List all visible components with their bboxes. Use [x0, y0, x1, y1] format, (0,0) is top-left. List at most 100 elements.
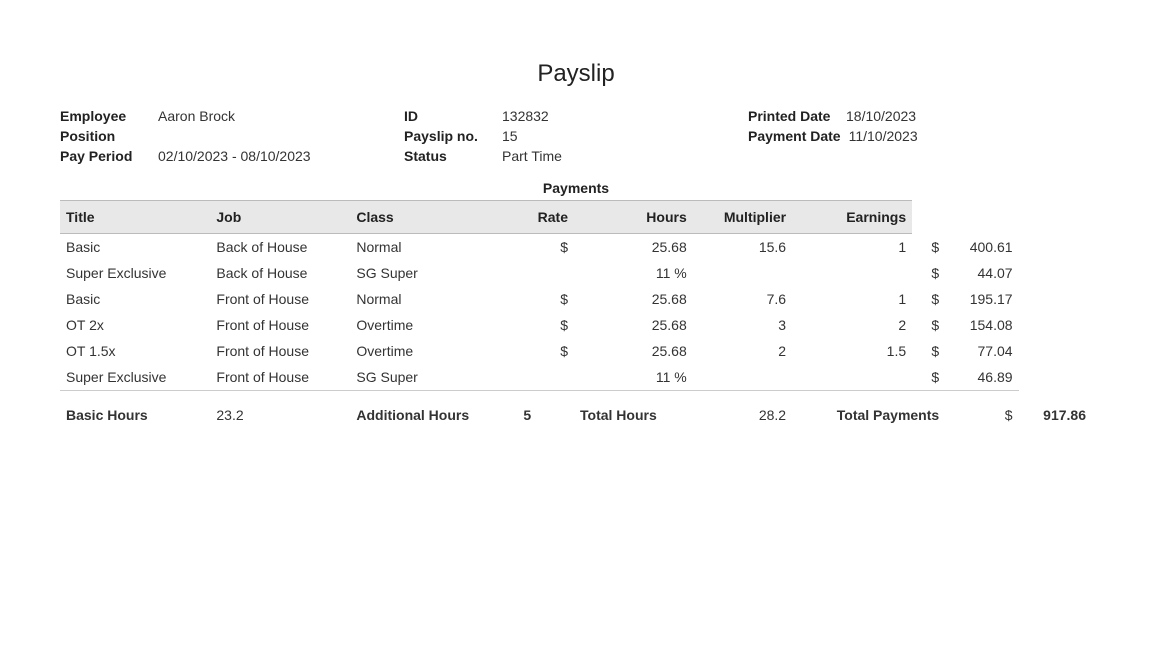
- cell-earnings: 154.08: [945, 312, 1018, 338]
- payslip-no-value: 15: [502, 128, 518, 144]
- cell-earnings-symbol: $: [912, 338, 945, 364]
- totals-row: Basic Hours 23.2 Additional Hours 5 Tota…: [60, 402, 1092, 428]
- cell-class: Normal: [350, 234, 517, 261]
- table-row: Basic Front of House Normal $ 25.68 7.6 …: [60, 286, 1092, 312]
- cell-multiplier: 2: [792, 312, 912, 338]
- status-value: Part Time: [502, 148, 562, 164]
- cell-job: Front of House: [210, 338, 350, 364]
- cell-earnings-symbol: $: [912, 234, 945, 261]
- cell-earnings: 46.89: [945, 364, 1018, 391]
- position-label: Position: [60, 128, 150, 144]
- pay-period-row: Pay Period 02/10/2023 - 08/10/2023: [60, 148, 404, 164]
- header-left: Employee Aaron Brock Position Pay Period…: [60, 108, 404, 164]
- header-section: Employee Aaron Brock Position Pay Period…: [60, 108, 1092, 164]
- table-row: OT 2x Front of House Overtime $ 25.68 3 …: [60, 312, 1092, 338]
- table-row: Basic Back of House Normal $ 25.68 15.6 …: [60, 234, 1092, 261]
- cell-job: Front of House: [210, 286, 350, 312]
- cell-multiplier: 1: [792, 286, 912, 312]
- cell-multiplier: [792, 364, 912, 391]
- table-header-row: Title Job Class Rate Hours Multiplier Ea…: [60, 201, 1092, 234]
- cell-class: Overtime: [350, 312, 517, 338]
- payslip-no-label: Payslip no.: [404, 128, 494, 144]
- cell-rate: 11 %: [574, 364, 693, 391]
- cell-rate-symbol: $: [517, 234, 574, 261]
- cell-rate-symbol: $: [517, 338, 574, 364]
- cell-earnings-symbol: $: [912, 260, 945, 286]
- cell-rate: 25.68: [574, 338, 693, 364]
- id-value: 132832: [502, 108, 549, 124]
- pay-period-label: Pay Period: [60, 148, 150, 164]
- cell-job: Back of House: [210, 234, 350, 261]
- cell-rate-symbol: $: [517, 286, 574, 312]
- cell-rate: 25.68: [574, 312, 693, 338]
- employee-value: Aaron Brock: [158, 108, 235, 124]
- id-label: ID: [404, 108, 494, 124]
- cell-earnings: 400.61: [945, 234, 1018, 261]
- payslip-container: Payslip Employee Aaron Brock Position Pa…: [60, 60, 1092, 428]
- employee-label: Employee: [60, 108, 150, 124]
- table-row: Super Exclusive Back of House SG Super 1…: [60, 260, 1092, 286]
- cell-hours: 2: [693, 338, 792, 364]
- cell-title: Basic: [60, 234, 210, 261]
- employee-row: Employee Aaron Brock: [60, 108, 404, 124]
- position-row: Position: [60, 128, 404, 144]
- status-label: Status: [404, 148, 494, 164]
- col-earnings: Earnings: [792, 201, 912, 234]
- cell-earnings-symbol: $: [912, 364, 945, 391]
- col-class: Class: [350, 201, 517, 234]
- basic-hours-label: Basic Hours: [60, 402, 210, 428]
- cell-earnings-symbol: $: [912, 312, 945, 338]
- payments-table: Title Job Class Rate Hours Multiplier Ea…: [60, 200, 1092, 428]
- printed-date-value: 18/10/2023: [846, 108, 916, 124]
- cell-job: Back of House: [210, 260, 350, 286]
- payments-heading: Payments: [60, 180, 1092, 196]
- cell-rate: 25.68: [574, 234, 693, 261]
- cell-earnings: 44.07: [945, 260, 1018, 286]
- cell-multiplier: 1: [792, 234, 912, 261]
- additional-hours-value: 5: [517, 402, 574, 428]
- printed-date-label: Printed Date: [748, 108, 838, 124]
- payment-date-value: 11/10/2023: [849, 128, 918, 144]
- id-row: ID 132832: [404, 108, 748, 124]
- cell-rate-symbol: [517, 260, 574, 286]
- pay-period-value: 02/10/2023 - 08/10/2023: [158, 148, 311, 164]
- basic-hours-value: 23.2: [210, 402, 350, 428]
- cell-class: Normal: [350, 286, 517, 312]
- col-hours: Hours: [574, 201, 693, 234]
- cell-multiplier: 1.5: [792, 338, 912, 364]
- col-job: Job: [210, 201, 350, 234]
- cell-title: Basic: [60, 286, 210, 312]
- additional-hours-label: Additional Hours: [350, 402, 517, 428]
- col-multiplier: Multiplier: [693, 201, 792, 234]
- cell-rate: 25.68: [574, 286, 693, 312]
- cell-job: Front of House: [210, 364, 350, 391]
- col-title: Title: [60, 201, 210, 234]
- cell-hours: 15.6: [693, 234, 792, 261]
- cell-title: Super Exclusive: [60, 364, 210, 391]
- cell-hours: [693, 364, 792, 391]
- cell-multiplier: [792, 260, 912, 286]
- total-hours-label: Total Hours: [574, 402, 693, 428]
- cell-earnings: 195.17: [945, 286, 1018, 312]
- cell-class: SG Super: [350, 260, 517, 286]
- cell-earnings: 77.04: [945, 338, 1018, 364]
- cell-title: OT 1.5x: [60, 338, 210, 364]
- payment-date-row: Payment Date 11/10/2023: [748, 128, 1092, 144]
- cell-hours: 3: [693, 312, 792, 338]
- cell-hours: [693, 260, 792, 286]
- cell-title: OT 2x: [60, 312, 210, 338]
- cell-class: Overtime: [350, 338, 517, 364]
- total-payments-symbol: $: [945, 402, 1018, 428]
- cell-class: SG Super: [350, 364, 517, 391]
- table-row: Super Exclusive Front of House SG Super …: [60, 364, 1092, 391]
- payslip-no-row: Payslip no. 15: [404, 128, 748, 144]
- printed-date-row: Printed Date 18/10/2023: [748, 108, 1092, 124]
- total-hours-value: 28.2: [693, 402, 792, 428]
- col-rate: Rate: [517, 201, 574, 234]
- payslip-title: Payslip: [60, 60, 1092, 88]
- cell-rate: 11 %: [574, 260, 693, 286]
- cell-earnings-symbol: $: [912, 286, 945, 312]
- payment-date-label: Payment Date: [748, 128, 841, 144]
- status-row: Status Part Time: [404, 148, 748, 164]
- header-right: Printed Date 18/10/2023 Payment Date 11/…: [748, 108, 1092, 164]
